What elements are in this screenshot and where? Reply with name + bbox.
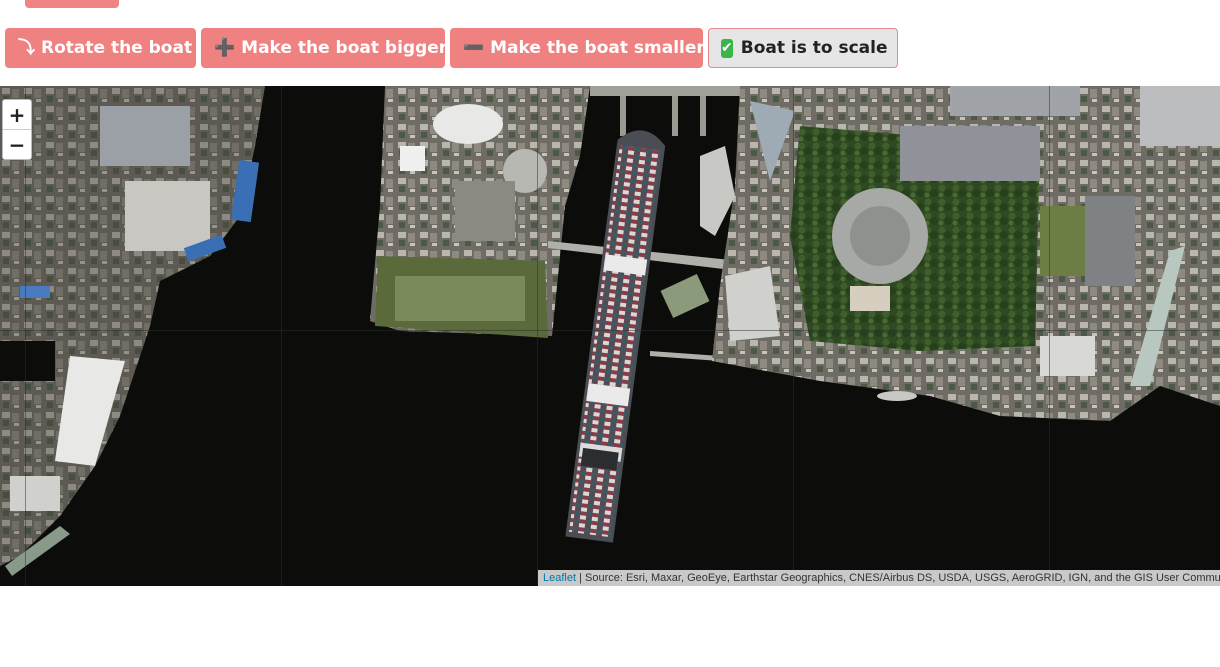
- check-mark-icon: ✔: [721, 38, 733, 58]
- leaflet-link[interactable]: Leaflet: [543, 572, 576, 584]
- smaller-boat-button[interactable]: ➖ Make the boat smaller: [450, 28, 705, 68]
- rotate-arrow-icon: ⤵: [18, 37, 35, 58]
- minus-icon: ➖: [463, 37, 485, 58]
- smaller-boat-label: Make the boat smaller: [490, 38, 705, 58]
- plus-icon: ➕: [214, 37, 236, 58]
- attribution-text: | Source: Esri, Maxar, GeoEye, Earthstar…: [576, 572, 1220, 584]
- bigger-boat-button[interactable]: ➕ Make the boat bigger: [201, 28, 448, 68]
- rotate-boat-label: Rotate the boat: [41, 38, 193, 58]
- map-attribution: Leaflet | Source: Esri, Maxar, GeoEye, E…: [538, 570, 1220, 586]
- boat-toolbar: ⤵ Rotate the boat ➕ Make the boat bigger…: [5, 28, 898, 68]
- satellite-map[interactable]: + − Leaflet | Source: Esri, Maxar, GeoEy…: [0, 86, 1220, 586]
- zoom-in-button[interactable]: +: [3, 100, 31, 129]
- satellite-imagery: [0, 86, 1220, 586]
- top-partial-button[interactable]: [25, 0, 119, 8]
- zoom-control: + −: [2, 99, 32, 160]
- zoom-out-button[interactable]: −: [3, 129, 31, 159]
- boat-to-scale-label: Boat is to scale: [740, 38, 888, 58]
- rotate-boat-button[interactable]: ⤵ Rotate the boat: [5, 28, 196, 68]
- bigger-boat-label: Make the boat bigger: [241, 38, 448, 58]
- boat-to-scale-button[interactable]: ✔ Boat is to scale: [708, 28, 898, 68]
